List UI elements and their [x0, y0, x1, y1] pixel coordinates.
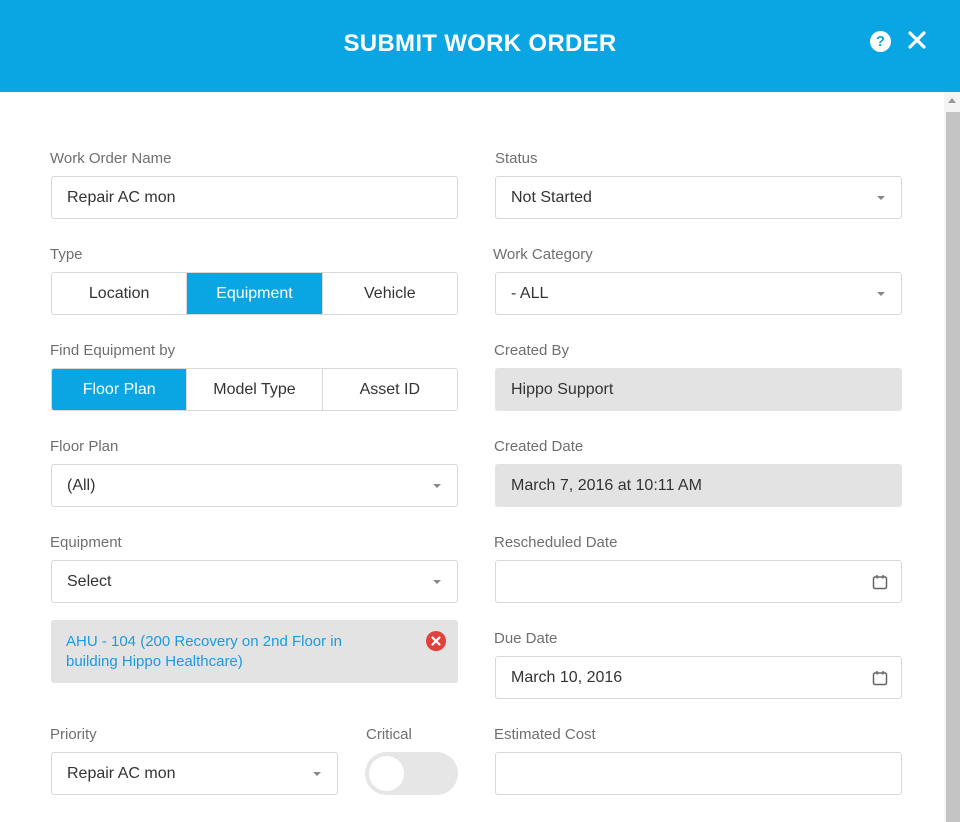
dialog-title: SUBMIT WORK ORDER	[343, 30, 617, 57]
created-by-value: Hippo Support	[511, 381, 614, 398]
created-date-value: March 7, 2016 at 10:11 AM	[511, 477, 702, 494]
close-icon[interactable]	[905, 28, 929, 52]
type-option-location[interactable]: Location	[52, 273, 188, 314]
estimated-cost-label: Estimated Cost	[494, 726, 596, 743]
work-order-name-label: Work Order Name	[50, 150, 172, 167]
work-order-name-input[interactable]: Repair AC mon	[51, 176, 458, 219]
toggle-knob	[369, 756, 404, 791]
find-by-model-type[interactable]: Model Type	[187, 369, 323, 410]
work-category-value: - ALL	[511, 285, 549, 302]
work-order-name-value: Repair AC mon	[67, 189, 176, 206]
dialog-header: SUBMIT WORK ORDER ?	[0, 0, 960, 92]
due-date-input[interactable]: March 10, 2016	[495, 656, 902, 699]
priority-value: Repair AC mon	[67, 765, 176, 782]
type-option-vehicle[interactable]: Vehicle	[322, 273, 457, 314]
equipment-label: Equipment	[50, 534, 122, 551]
due-date-label: Due Date	[494, 630, 558, 647]
scrollbar-thumb[interactable]	[946, 112, 960, 822]
equipment-value: Select	[67, 573, 112, 590]
chevron-down-icon	[877, 292, 885, 296]
estimated-cost-input[interactable]	[495, 752, 902, 795]
created-by-label: Created By	[494, 342, 570, 359]
status-label: Status	[495, 150, 538, 167]
floor-plan-label: Floor Plan	[50, 438, 119, 455]
equipment-select[interactable]: Select	[51, 560, 458, 603]
help-icon[interactable]: ?	[870, 31, 891, 52]
status-value: Not Started	[511, 189, 592, 206]
type-option-equipment[interactable]: Equipment	[187, 273, 323, 314]
created-date-field: March 7, 2016 at 10:11 AM	[495, 464, 902, 507]
floor-plan-value: (All)	[67, 477, 96, 494]
chevron-down-icon	[433, 580, 441, 584]
chevron-down-icon	[433, 484, 441, 488]
type-segmented-control: Location Equipment Vehicle	[51, 272, 458, 315]
find-equipment-segmented-control: Floor Plan Model Type Asset ID	[51, 368, 458, 411]
selected-equipment-tag: AHU - 104 (200 Recovery on 2nd Floor in …	[51, 620, 458, 683]
chevron-down-icon	[877, 196, 885, 200]
critical-toggle[interactable]	[365, 752, 458, 795]
type-label: Type	[50, 246, 83, 263]
find-by-floor-plan[interactable]: Floor Plan	[52, 369, 188, 410]
work-category-select[interactable]: - ALL	[495, 272, 902, 315]
scroll-up-arrow-icon[interactable]	[948, 98, 956, 103]
calendar-icon[interactable]	[872, 670, 888, 686]
critical-label: Critical	[366, 726, 412, 743]
remove-equipment-icon[interactable]	[426, 631, 446, 651]
status-select[interactable]: Not Started	[495, 176, 902, 219]
priority-label: Priority	[50, 726, 97, 743]
priority-select[interactable]: Repair AC mon	[51, 752, 338, 795]
created-by-field: Hippo Support	[495, 368, 902, 411]
calendar-icon[interactable]	[872, 574, 888, 590]
find-equipment-by-label: Find Equipment by	[50, 342, 176, 359]
chevron-down-icon	[313, 772, 321, 776]
work-category-label: Work Category	[493, 246, 593, 263]
selected-equipment-link[interactable]: AHU - 104 (200 Recovery on 2nd Floor in …	[66, 632, 396, 672]
rescheduled-date-input[interactable]	[495, 560, 902, 603]
rescheduled-date-label: Rescheduled Date	[494, 534, 618, 551]
floor-plan-select[interactable]: (All)	[51, 464, 458, 507]
due-date-value: March 10, 2016	[511, 669, 623, 686]
created-date-label: Created Date	[494, 438, 584, 455]
find-by-asset-id[interactable]: Asset ID	[322, 369, 457, 410]
